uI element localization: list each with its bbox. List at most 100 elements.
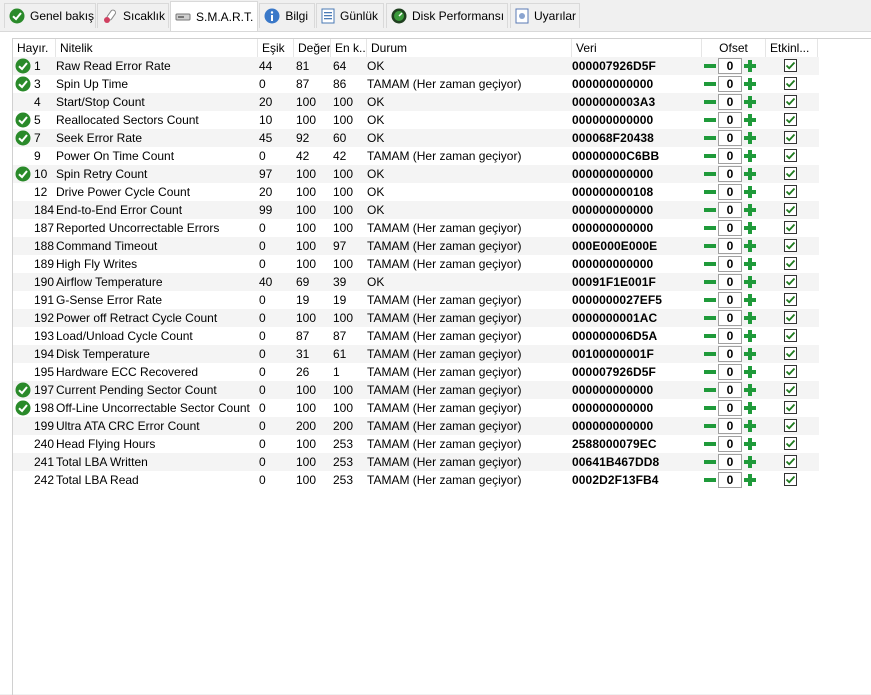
table-row[interactable]: 191 G-Sense Error Rate 0 19 19 TAMAM (Her zam… bbox=[13, 291, 819, 309]
decrement-icon[interactable] bbox=[703, 419, 717, 433]
col-raw-header[interactable]: Veri bbox=[572, 39, 702, 57]
enabled-checkbox[interactable] bbox=[784, 257, 797, 270]
increment-icon[interactable] bbox=[743, 203, 757, 217]
tab-alerts[interactable]: Uyarılar bbox=[510, 3, 580, 28]
col-threshold-header[interactable]: Eşik bbox=[258, 39, 294, 57]
enabled-checkbox[interactable] bbox=[784, 293, 797, 306]
enabled-checkbox[interactable] bbox=[784, 437, 797, 450]
offset-value[interactable]: 0 bbox=[718, 346, 742, 362]
decrement-icon[interactable] bbox=[703, 203, 717, 217]
table-row[interactable]: 192 Power off Retract Cycle Count 0 100 100 T… bbox=[13, 309, 819, 327]
offset-value[interactable]: 0 bbox=[718, 454, 742, 470]
offset-value[interactable]: 0 bbox=[718, 382, 742, 398]
offset-value[interactable]: 0 bbox=[718, 148, 742, 164]
decrement-icon[interactable] bbox=[703, 401, 717, 415]
increment-icon[interactable] bbox=[743, 131, 757, 145]
offset-value[interactable]: 0 bbox=[718, 130, 742, 146]
table-row[interactable]: 12 Drive Power Cycle Count 20 100 100 OK 00000… bbox=[13, 183, 819, 201]
enabled-checkbox[interactable] bbox=[784, 455, 797, 468]
decrement-icon[interactable] bbox=[703, 383, 717, 397]
increment-icon[interactable] bbox=[743, 383, 757, 397]
increment-icon[interactable] bbox=[743, 257, 757, 271]
table-row[interactable]: 199 Ultra ATA CRC Error Count 0 200 200 TAMAM… bbox=[13, 417, 819, 435]
offset-value[interactable]: 0 bbox=[718, 436, 742, 452]
increment-icon[interactable] bbox=[743, 419, 757, 433]
enabled-checkbox[interactable] bbox=[784, 203, 797, 216]
enabled-checkbox[interactable] bbox=[784, 221, 797, 234]
increment-icon[interactable] bbox=[743, 293, 757, 307]
decrement-icon[interactable] bbox=[703, 239, 717, 253]
table-row[interactable]: 193 Load/Unload Cycle Count 0 87 87 TAMAM (He… bbox=[13, 327, 819, 345]
enabled-checkbox[interactable] bbox=[784, 347, 797, 360]
decrement-icon[interactable] bbox=[703, 113, 717, 127]
decrement-icon[interactable] bbox=[703, 365, 717, 379]
increment-icon[interactable] bbox=[743, 59, 757, 73]
enabled-checkbox[interactable] bbox=[784, 329, 797, 342]
table-row[interactable]: 3 Spin Up Time 0 87 86 TAMAM (Her zaman geçiy… bbox=[13, 75, 819, 93]
enabled-checkbox[interactable] bbox=[784, 419, 797, 432]
decrement-icon[interactable] bbox=[703, 167, 717, 181]
tab-temperature[interactable]: Sıcaklık bbox=[97, 3, 169, 28]
col-value-header[interactable]: Değer bbox=[294, 39, 331, 57]
increment-icon[interactable] bbox=[743, 221, 757, 235]
table-row[interactable]: 240 Head Flying Hours 0 100 253 TAMAM (Her za… bbox=[13, 435, 819, 453]
decrement-icon[interactable] bbox=[703, 149, 717, 163]
decrement-icon[interactable] bbox=[703, 77, 717, 91]
offset-value[interactable]: 0 bbox=[718, 472, 742, 488]
enabled-checkbox[interactable] bbox=[784, 77, 797, 90]
offset-value[interactable]: 0 bbox=[718, 328, 742, 344]
enabled-checkbox[interactable] bbox=[784, 401, 797, 414]
enabled-checkbox[interactable] bbox=[784, 149, 797, 162]
decrement-icon[interactable] bbox=[703, 473, 717, 487]
table-row[interactable]: 10 Spin Retry Count 97 100 100 OK 000000000000… bbox=[13, 165, 819, 183]
offset-value[interactable]: 0 bbox=[718, 274, 742, 290]
offset-value[interactable]: 0 bbox=[718, 220, 742, 236]
increment-icon[interactable] bbox=[743, 455, 757, 469]
increment-icon[interactable] bbox=[743, 275, 757, 289]
tab-overview[interactable]: Genel bakış bbox=[4, 3, 96, 28]
table-row[interactable]: 187 Reported Uncorrectable Errors 0 100 100 T… bbox=[13, 219, 819, 237]
increment-icon[interactable] bbox=[743, 95, 757, 109]
enabled-checkbox[interactable] bbox=[784, 383, 797, 396]
enabled-checkbox[interactable] bbox=[784, 311, 797, 324]
enabled-checkbox[interactable] bbox=[784, 473, 797, 486]
col-offset-header[interactable]: Ofset bbox=[702, 39, 766, 57]
tab-log[interactable]: Günlük bbox=[316, 3, 384, 28]
increment-icon[interactable] bbox=[743, 473, 757, 487]
tab-info[interactable]: Bilgi bbox=[259, 3, 315, 28]
decrement-icon[interactable] bbox=[703, 347, 717, 361]
decrement-icon[interactable] bbox=[703, 95, 717, 109]
decrement-icon[interactable] bbox=[703, 311, 717, 325]
increment-icon[interactable] bbox=[743, 185, 757, 199]
increment-icon[interactable] bbox=[743, 365, 757, 379]
table-row[interactable]: 189 High Fly Writes 0 100 100 TAMAM (Her zama… bbox=[13, 255, 819, 273]
decrement-icon[interactable] bbox=[703, 329, 717, 343]
table-row[interactable]: 241 Total LBA Written 0 100 253 TAMAM (Her za… bbox=[13, 453, 819, 471]
table-row[interactable]: 5 Reallocated Sectors Count 10 100 100 OK 0000… bbox=[13, 111, 819, 129]
table-row[interactable]: 195 Hardware ECC Recovered 0 26 1 TAMAM (Her … bbox=[13, 363, 819, 381]
enabled-checkbox[interactable] bbox=[784, 131, 797, 144]
tab-disk-performance[interactable]: Disk Performansı bbox=[386, 3, 508, 28]
table-row[interactable]: 194 Disk Temperature 0 31 61 TAMAM (Her zaman… bbox=[13, 345, 819, 363]
col-enabled-header[interactable]: Etkinl... bbox=[766, 39, 818, 57]
increment-icon[interactable] bbox=[743, 347, 757, 361]
table-row[interactable]: 190 Airflow Temperature 40 69 39 OK 00091F1E00… bbox=[13, 273, 819, 291]
table-row[interactable]: 7 Seek Error Rate 45 92 60 OK 000068F20438 0 bbox=[13, 129, 819, 147]
table-row[interactable]: 4 Start/Stop Count 20 100 100 OK 0000000003A3 0 bbox=[13, 93, 819, 111]
enabled-checkbox[interactable] bbox=[784, 167, 797, 180]
increment-icon[interactable] bbox=[743, 77, 757, 91]
increment-icon[interactable] bbox=[743, 401, 757, 415]
decrement-icon[interactable] bbox=[703, 293, 717, 307]
increment-icon[interactable] bbox=[743, 113, 757, 127]
decrement-icon[interactable] bbox=[703, 275, 717, 289]
enabled-checkbox[interactable] bbox=[784, 185, 797, 198]
offset-value[interactable]: 0 bbox=[718, 400, 742, 416]
decrement-icon[interactable] bbox=[703, 185, 717, 199]
col-worst-header[interactable]: En k... bbox=[331, 39, 367, 57]
offset-value[interactable]: 0 bbox=[718, 256, 742, 272]
offset-value[interactable]: 0 bbox=[718, 166, 742, 182]
decrement-icon[interactable] bbox=[703, 221, 717, 235]
enabled-checkbox[interactable] bbox=[784, 239, 797, 252]
offset-value[interactable]: 0 bbox=[718, 184, 742, 200]
offset-value[interactable]: 0 bbox=[718, 112, 742, 128]
